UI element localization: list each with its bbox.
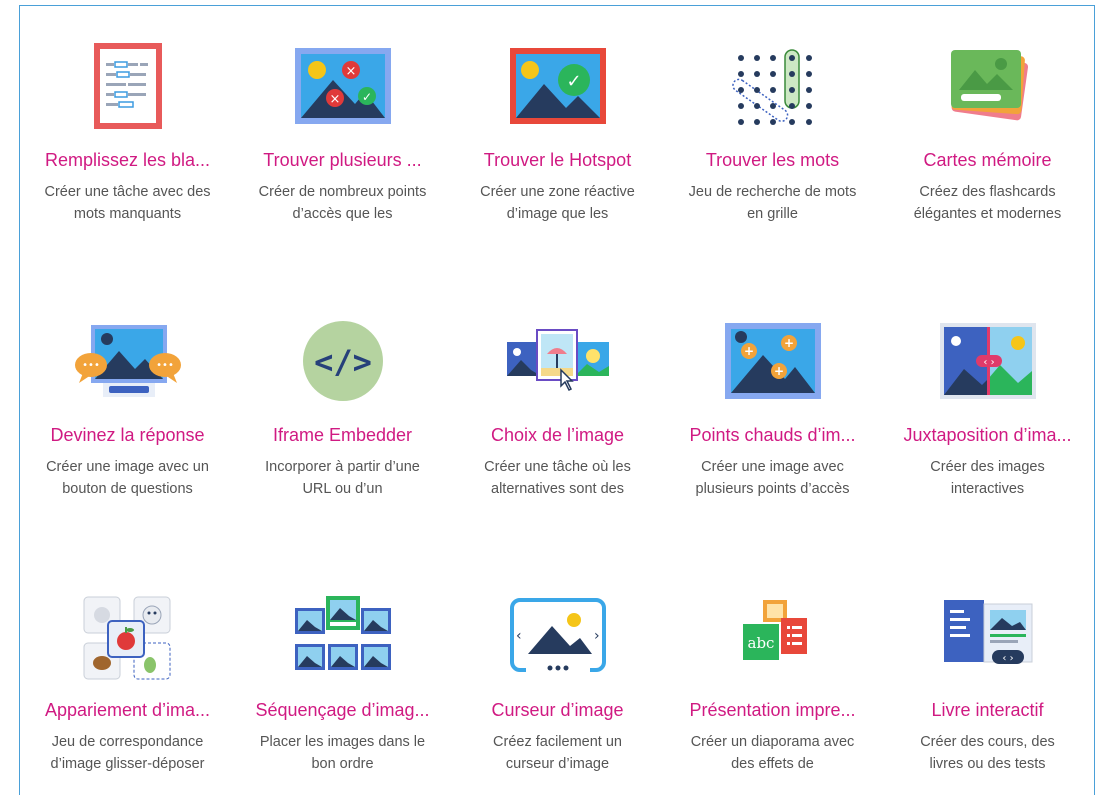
card-title[interactable]: Séquençage d’imag... xyxy=(240,700,445,721)
guess-answer-icon: ••• ••• xyxy=(68,311,188,411)
svg-text:✓: ✓ xyxy=(361,90,371,104)
content-type-card[interactable]: ‹ › Juxtaposition d’ima... Créer des ima… xyxy=(880,281,1095,556)
find-multiple-hotspots-icon: × × ✓ xyxy=(283,36,403,136)
content-type-card[interactable]: Cartes mémoire Créez des flashcards élég… xyxy=(880,6,1095,281)
fill-blanks-icon xyxy=(68,36,188,136)
svg-text:</>: </> xyxy=(314,343,372,381)
card-title[interactable]: Cartes mémoire xyxy=(885,150,1090,171)
svg-text:‹ ›: ‹ › xyxy=(1002,653,1013,664)
impressive-presentation-icon: abc xyxy=(713,586,833,686)
card-title[interactable]: Points chauds d’im... xyxy=(670,425,875,446)
content-type-card[interactable]: Remplissez les bla... Créer une tâche av… xyxy=(20,6,235,281)
content-type-card[interactable]: ✓ Trouver le Hotspot Créer une zone réac… xyxy=(450,6,665,281)
svg-text:+: + xyxy=(743,344,753,358)
card-title[interactable]: Devinez la réponse xyxy=(25,425,230,446)
svg-text:+: + xyxy=(783,336,793,350)
card-title[interactable]: Remplissez les bla... xyxy=(25,150,230,171)
content-type-card[interactable]: ••• ••• Devinez la réponse Créer une ima… xyxy=(20,281,235,556)
find-hotspot-icon: ✓ xyxy=(498,36,618,136)
card-description: Créez facilement un curseur d’image xyxy=(493,734,622,772)
content-type-card[interactable]: × × ✓ Trouver plusieurs ... Créer de nom… xyxy=(235,6,450,281)
card-title[interactable]: Juxtaposition d’ima... xyxy=(885,425,1090,446)
card-title[interactable]: Trouver le Hotspot xyxy=(455,150,660,171)
content-type-card[interactable]: ‹ › Livre interactif Créer des cours, de… xyxy=(880,556,1095,786)
card-description: Créer des cours, des livres ou des tests xyxy=(920,734,1055,772)
svg-text:•••: ••• xyxy=(156,360,174,371)
content-type-card[interactable]: abc Présentation impre... Créer un diapo… xyxy=(665,556,880,786)
content-type-card[interactable]: Trouver les mots Jeu de recherche de mot… xyxy=(665,6,880,281)
card-description: Créer des images interactives xyxy=(930,459,1045,497)
flashcards-icon xyxy=(928,36,1048,136)
image-hotspots-icon: + + + xyxy=(713,311,833,411)
card-description: Jeu de recherche de mots en grille xyxy=(688,184,857,222)
svg-text:×: × xyxy=(329,92,340,107)
svg-text:×: × xyxy=(345,64,356,79)
image-pairing-icon xyxy=(68,586,188,686)
content-type-card[interactable]: Appariement d’ima... Jeu de correspondan… xyxy=(20,556,235,786)
svg-text:‹ ›: ‹ › xyxy=(983,357,994,368)
svg-text:+: + xyxy=(773,364,783,378)
card-description: Créer de nombreux points d’accès que les xyxy=(258,184,427,222)
content-type-card[interactable]: </> Iframe Embedder Incorporer à partir … xyxy=(235,281,450,556)
image-choice-icon xyxy=(498,311,618,411)
card-title[interactable]: Trouver plusieurs ... xyxy=(240,150,445,171)
iframe-embedder-icon: </> xyxy=(283,311,403,411)
image-slider-icon: ‹ › xyxy=(498,586,618,686)
card-description: Créer une tâche où les alternatives sont… xyxy=(484,459,631,497)
card-title[interactable]: Iframe Embedder xyxy=(240,425,445,446)
content-type-card[interactable]: + + + Points chauds d’im... Créer une imag… xyxy=(665,281,880,556)
find-words-icon xyxy=(713,36,833,136)
content-type-grid: Remplissez les bla... Créer une tâche av… xyxy=(20,6,1096,786)
content-type-card[interactable]: Choix de l’image Créer une tâche où les … xyxy=(450,281,665,556)
content-type-card[interactable]: ‹ › Curseur d’image Créez facilement un … xyxy=(450,556,665,786)
card-title[interactable]: Trouver les mots xyxy=(670,150,875,171)
interactive-book-icon: ‹ › xyxy=(928,586,1048,686)
card-title[interactable]: Appariement d’ima... xyxy=(25,700,230,721)
svg-text:‹: ‹ xyxy=(516,628,522,644)
card-description: Créer une tâche avec des mots manquants xyxy=(44,184,211,222)
svg-text:abc: abc xyxy=(747,634,774,652)
card-description: Jeu de correspondance d’image glisser-dé… xyxy=(50,734,205,772)
card-title[interactable]: Curseur d’image xyxy=(455,700,660,721)
card-title[interactable]: Livre interactif xyxy=(885,700,1090,721)
svg-text:✓: ✓ xyxy=(566,71,581,92)
image-juxtaposition-icon: ‹ › xyxy=(928,311,1048,411)
card-title[interactable]: Présentation impre... xyxy=(670,700,875,721)
content-type-card[interactable]: Séquençage d’imag... Placer les images d… xyxy=(235,556,450,786)
card-description: Placer les images dans le bon ordre xyxy=(259,734,426,772)
card-title[interactable]: Choix de l’image xyxy=(455,425,660,446)
image-sequencing-icon xyxy=(283,586,403,686)
card-description: Créer une zone réactive d’image que les xyxy=(480,184,635,222)
card-description: Incorporer à partir d’une URL ou d’un xyxy=(265,459,420,497)
svg-text:•••: ••• xyxy=(82,360,100,371)
svg-text:›: › xyxy=(594,628,600,644)
card-description: Créer une image avec plusieurs points d’… xyxy=(695,459,850,497)
card-description: Créer une image avec un bouton de questi… xyxy=(46,459,209,497)
card-description: Créer un diaporama avec des effets de xyxy=(690,734,855,772)
card-description: Créez des flashcards élégantes et modern… xyxy=(913,184,1062,222)
